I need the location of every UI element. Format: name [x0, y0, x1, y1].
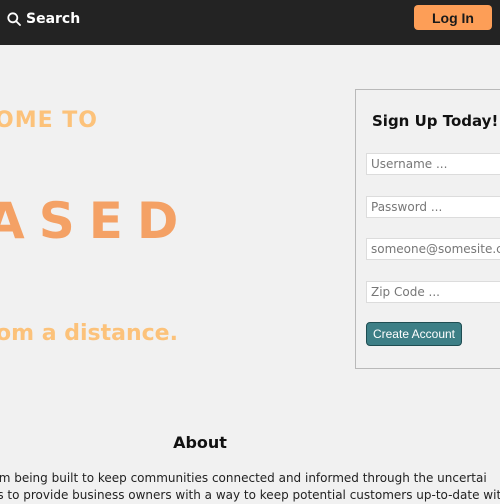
about-line-2: is to provide business owners with a way…	[0, 488, 500, 502]
create-account-button[interactable]: Create Account	[366, 322, 462, 346]
search-icon	[7, 12, 21, 26]
top-navigation-bar: Search Log In	[0, 0, 500, 45]
login-button[interactable]: Log In	[414, 5, 492, 30]
email-field[interactable]: someone@somesite.co	[366, 238, 500, 260]
password-field[interactable]: Password ...	[366, 196, 500, 218]
about-line-1: rm being built to keep communities conne…	[0, 471, 487, 485]
hero-logo-text: ASED	[0, 192, 193, 250]
about-text: rm being built to keep communities conne…	[0, 470, 500, 504]
zip-code-field[interactable]: Zip Code ...	[366, 281, 500, 303]
hero-tagline: om a distance.	[0, 321, 178, 346]
search-label: Search	[26, 11, 81, 27]
hero-welcome-text: OME TO	[0, 108, 98, 133]
signup-title: Sign Up Today!	[372, 112, 499, 130]
about-heading: About	[173, 433, 227, 452]
search-link[interactable]: Search	[7, 10, 80, 28]
username-field[interactable]: Username ...	[366, 153, 500, 175]
signup-form: Sign Up Today! Username ... Password ...…	[355, 89, 500, 369]
